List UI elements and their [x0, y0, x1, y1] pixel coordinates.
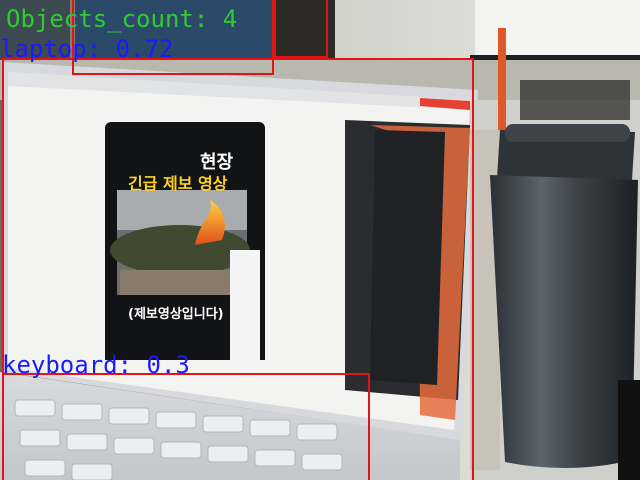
detection-box-keyboard	[2, 373, 370, 480]
laptop-detection-label: laptop: 0.72	[0, 35, 174, 63]
objects-count-label: Objects_count: 4	[6, 5, 238, 33]
camera-frame: Objects_count: 4 laptop: 0.72 keyboard: …	[0, 0, 640, 480]
tumbler-top-ring	[505, 124, 630, 142]
keyboard-detection-label: keyboard: 0.3	[2, 351, 190, 379]
video-title-line2: 긴급 제보 영상	[128, 174, 228, 193]
cables	[520, 80, 630, 120]
tumbler-body	[490, 175, 638, 469]
video-caption: (제보영상입니다)	[128, 307, 224, 322]
straw	[498, 28, 506, 138]
detection-box-top-object	[274, 0, 328, 58]
black-box	[618, 380, 640, 480]
